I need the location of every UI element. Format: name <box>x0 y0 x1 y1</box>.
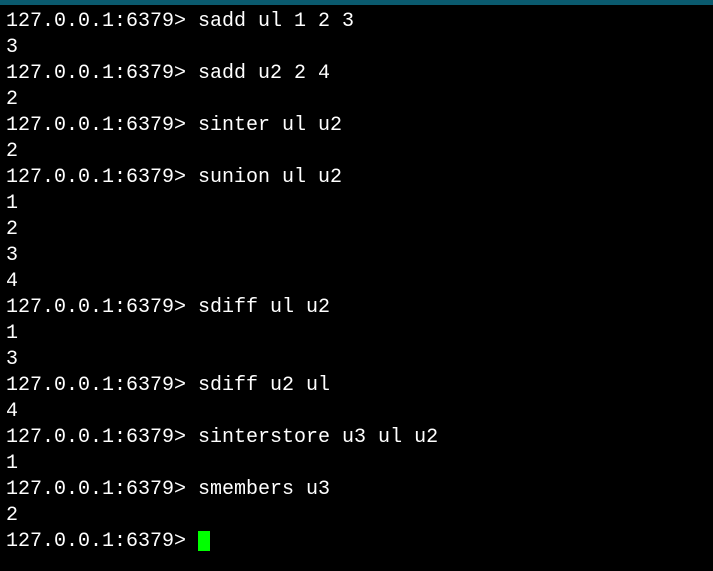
terminal-prompt: 127.0.0.1:6379> <box>6 166 198 189</box>
terminal-line: 2 <box>6 139 707 165</box>
terminal-output-text: 1 <box>6 322 18 345</box>
terminal-output-text: 3 <box>6 244 18 267</box>
terminal-line: 3 <box>6 347 707 373</box>
terminal-output-text: 2 <box>6 140 18 163</box>
terminal-line: 1 <box>6 321 707 347</box>
terminal-line: 1 <box>6 451 707 477</box>
terminal-output-text: 2 <box>6 88 18 111</box>
terminal-command: sdiff u2 ul <box>198 374 330 397</box>
terminal-output-text: 2 <box>6 504 18 527</box>
terminal-output-text: 3 <box>6 348 18 371</box>
terminal-prompt: 127.0.0.1:6379> <box>6 426 198 449</box>
terminal-line: 127.0.0.1:6379> sdiff u2 ul <box>6 373 707 399</box>
terminal-line: 127.0.0.1:6379> sdiff ul u2 <box>6 295 707 321</box>
terminal-prompt: 127.0.0.1:6379> <box>6 296 198 319</box>
terminal-line: 2 <box>6 87 707 113</box>
terminal-command: sdiff ul u2 <box>198 296 330 319</box>
terminal-line: 127.0.0.1:6379> sadd ul 1 2 3 <box>6 9 707 35</box>
terminal-line: 127.0.0.1:6379> sadd u2 2 4 <box>6 61 707 87</box>
terminal-command: sunion ul u2 <box>198 166 342 189</box>
terminal-output[interactable]: 127.0.0.1:6379> sadd ul 1 2 33127.0.0.1:… <box>6 9 707 555</box>
terminal-line: 3 <box>6 35 707 61</box>
terminal-line: 127.0.0.1:6379> smembers u3 <box>6 477 707 503</box>
terminal-prompt: 127.0.0.1:6379> <box>6 114 198 137</box>
terminal-line: 3 <box>6 243 707 269</box>
terminal-prompt: 127.0.0.1:6379> <box>6 530 198 553</box>
terminal-line: 127.0.0.1:6379> sinterstore u3 ul u2 <box>6 425 707 451</box>
cursor-icon <box>198 531 210 551</box>
terminal-line: 127.0.0.1:6379> sunion ul u2 <box>6 165 707 191</box>
terminal-command: sinter ul u2 <box>198 114 342 137</box>
terminal-line: 1 <box>6 191 707 217</box>
terminal-output-text: 2 <box>6 218 18 241</box>
terminal-line: 2 <box>6 503 707 529</box>
terminal-output-text: 1 <box>6 452 18 475</box>
terminal-command: sadd ul 1 2 3 <box>198 10 354 33</box>
terminal-output-text: 1 <box>6 192 18 215</box>
terminal-output-text: 3 <box>6 36 18 59</box>
terminal-line: 127.0.0.1:6379> <box>6 529 707 555</box>
terminal-prompt: 127.0.0.1:6379> <box>6 374 198 397</box>
terminal-prompt: 127.0.0.1:6379> <box>6 10 198 33</box>
terminal-prompt: 127.0.0.1:6379> <box>6 62 198 85</box>
terminal-output-text: 4 <box>6 400 18 423</box>
terminal-command: smembers u3 <box>198 478 330 501</box>
terminal-line: 4 <box>6 269 707 295</box>
terminal-command: sadd u2 2 4 <box>198 62 330 85</box>
terminal-line: 2 <box>6 217 707 243</box>
terminal-command: sinterstore u3 ul u2 <box>198 426 438 449</box>
terminal-line: 4 <box>6 399 707 425</box>
terminal-line: 127.0.0.1:6379> sinter ul u2 <box>6 113 707 139</box>
terminal-output-text: 4 <box>6 270 18 293</box>
terminal-prompt: 127.0.0.1:6379> <box>6 478 198 501</box>
